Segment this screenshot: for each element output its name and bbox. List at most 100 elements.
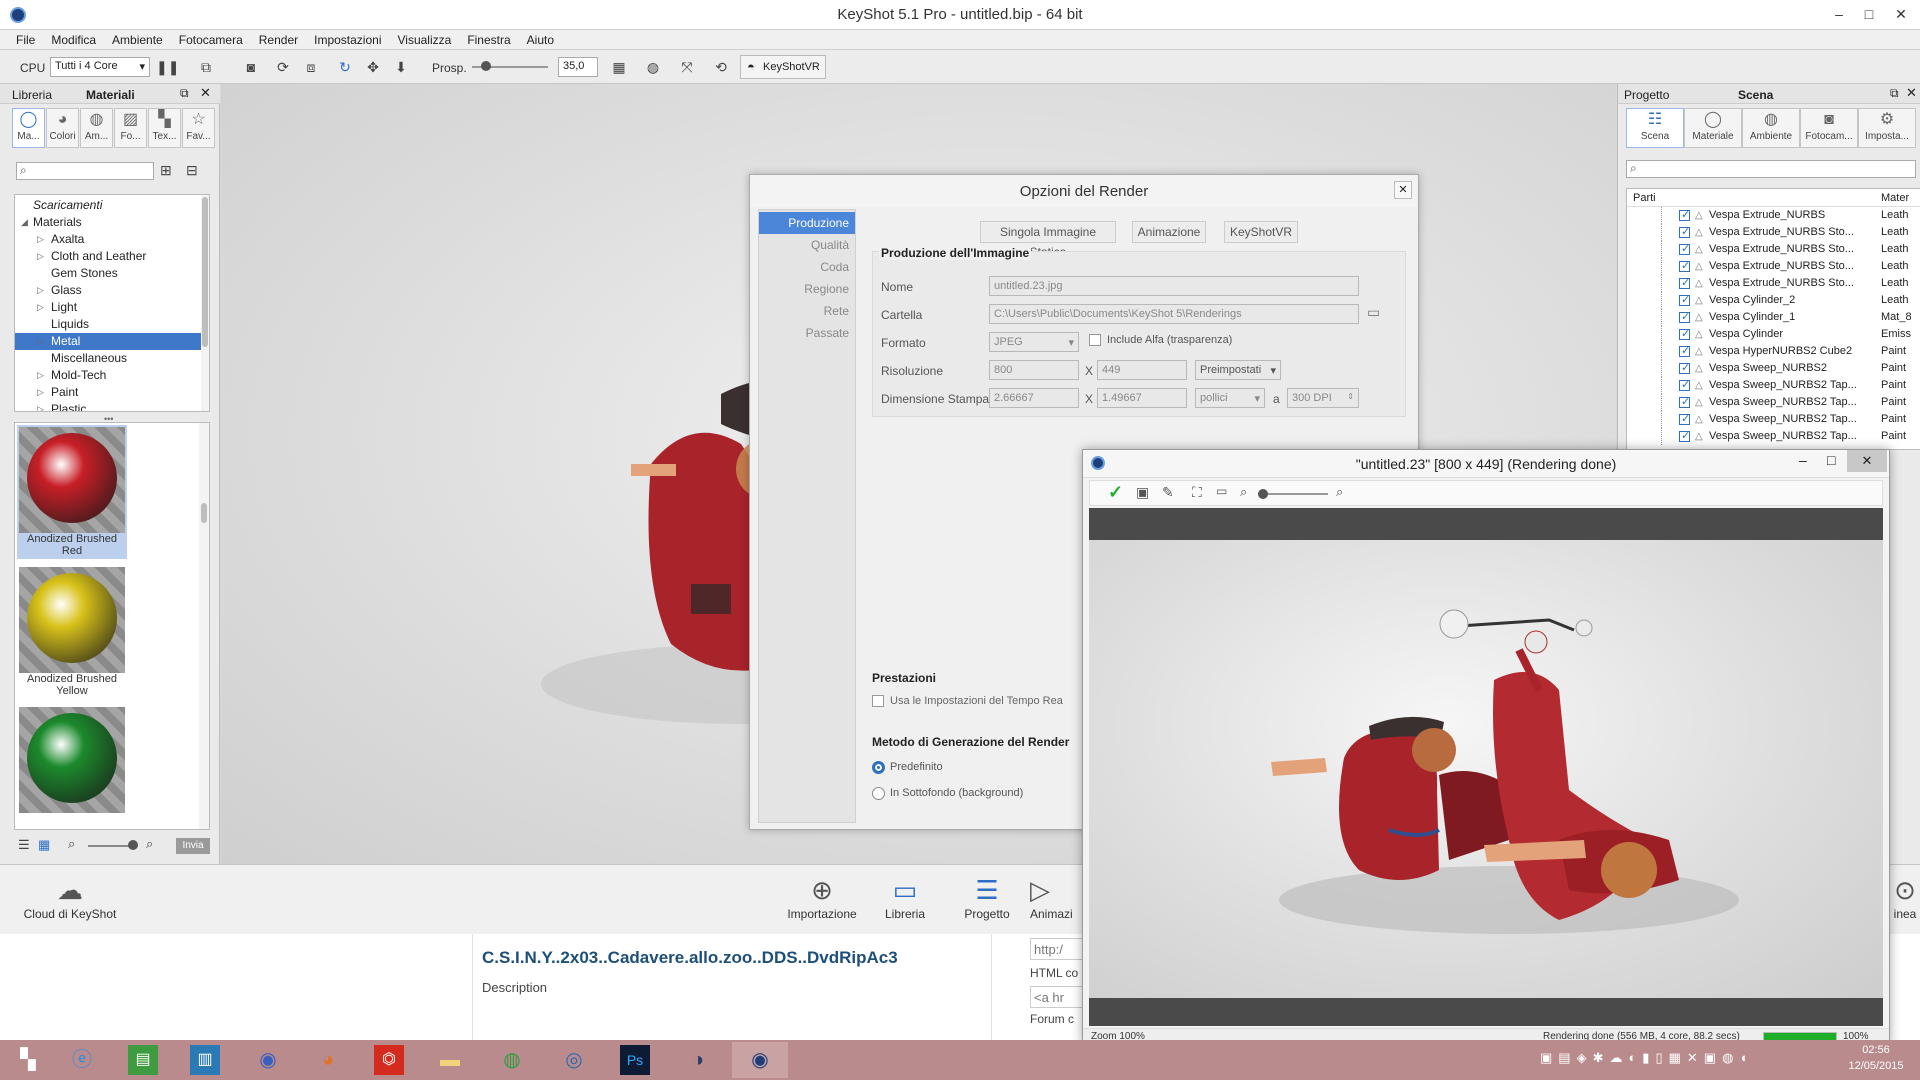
fit-window-icon[interactable]: ⛶	[1192, 484, 1202, 501]
material-thumbnail[interactable]: Anodized Brushed Yellow	[17, 565, 127, 699]
tab-materiali[interactable]: Materiali	[86, 88, 135, 102]
progetto-button[interactable]: ☰ Progetto	[952, 873, 1022, 921]
tree-item[interactable]: ▷ Mold-Tech	[15, 367, 209, 384]
tree-item[interactable]: Gem Stones	[15, 265, 209, 282]
system-tray[interactable]: ▣▤◈✱☁◐▮▯▦✕▣◍◖	[1540, 1050, 1830, 1070]
mode-singola-immagine-button[interactable]: Singola Immagine Statica	[980, 221, 1116, 259]
cartella-input[interactable]: C:\Users\Public\Documents\KeyShot 5\Rend…	[989, 304, 1359, 324]
folder-browse-icon[interactable]: ▭	[1367, 304, 1380, 321]
tree-item[interactable]: ▷ Cloth and Leather	[15, 248, 209, 265]
project-tab-ambiente[interactable]: ◍ Ambiente	[1742, 108, 1800, 148]
reset-icon[interactable]: ⟳	[272, 56, 294, 78]
part-visibility-checkbox[interactable]	[1679, 207, 1690, 224]
taskbar-cinema4d[interactable]: ◑	[670, 1042, 726, 1078]
realtime-settings-checkbox[interactable]	[872, 695, 884, 707]
thumb-size-handle[interactable]	[128, 840, 138, 850]
start-button[interactable]: ▚	[0, 1042, 56, 1078]
invia-button[interactable]: Invia	[176, 838, 210, 854]
tree-item[interactable]: Miscellaneous	[15, 350, 209, 367]
keyshotvr-button[interactable]: ◓ KeyShotVR	[740, 55, 826, 79]
scene-part-row[interactable]: △ Vespa Cylinder_2 Leath	[1627, 292, 1920, 309]
category-tab-favoriti[interactable]: ☆ Fav...	[182, 108, 215, 148]
tree-expand-icon[interactable]: ▷	[37, 231, 44, 248]
tree-expand-icon[interactable]: ▷	[37, 367, 44, 384]
checkmark-icon[interactable]: ✓	[1108, 482, 1123, 503]
preimpostati-select[interactable]: Preimpostati ▾	[1195, 360, 1281, 380]
part-visibility-checkbox[interactable]	[1679, 292, 1690, 309]
maximize-button[interactable]: □	[1856, 3, 1882, 25]
material-thumbnail[interactable]	[17, 705, 127, 815]
close-icon[interactable]: ✕	[200, 85, 211, 101]
part-visibility-checkbox[interactable]	[1679, 224, 1690, 241]
tree-expand-icon[interactable]: ▷	[37, 282, 44, 299]
predefinito-radio[interactable]	[872, 761, 885, 774]
material-thumbnail[interactable]: Anodized Brushed Red	[17, 425, 127, 559]
print-height-input[interactable]: 1.49667	[1097, 388, 1187, 408]
category-tab-materiali[interactable]: ◯ Ma...	[12, 108, 45, 148]
tree-item[interactable]: ▷ Glass	[15, 282, 209, 299]
scene-part-row[interactable]: △ Vespa HyperNURBS2 Cube2 Paint	[1627, 343, 1920, 360]
part-visibility-checkbox[interactable]	[1679, 241, 1690, 258]
part-visibility-checkbox[interactable]	[1679, 394, 1690, 411]
libreria-button[interactable]: ▭ Libreria	[870, 873, 940, 921]
taskbar-chrome[interactable]: ◍	[484, 1042, 540, 1078]
taskbar-acrobat[interactable]: ⏣	[374, 1045, 404, 1075]
part-visibility-checkbox[interactable]	[1679, 377, 1690, 394]
scene-part-row[interactable]: △ Vespa Sweep_NURBS2 Tap... Paint	[1627, 428, 1920, 445]
library-search-input[interactable]: ⌕	[16, 162, 154, 180]
taskbar-navigator[interactable]: ◉	[240, 1042, 296, 1078]
clock-date[interactable]: 12/05/2015	[1846, 1060, 1906, 1072]
screenshot-icon[interactable]: ◙	[240, 56, 262, 78]
tree-item[interactable]: Scaricamenti	[15, 197, 209, 214]
html-code-field[interactable]: <a hr	[1030, 986, 1084, 1008]
taskbar-ie[interactable]: ⓔ	[54, 1042, 110, 1078]
project-tab-scena[interactable]: ☷ Scena	[1626, 108, 1684, 148]
fov-slider-handle[interactable]	[481, 61, 491, 71]
clock-time[interactable]: 02:56	[1846, 1044, 1906, 1056]
part-visibility-checkbox[interactable]	[1679, 360, 1690, 377]
part-visibility-checkbox[interactable]	[1679, 309, 1690, 326]
column-parti[interactable]: Parti	[1633, 192, 1656, 204]
folder-add-icon[interactable]: ⊞	[160, 162, 172, 179]
include-alfa-checkbox[interactable]	[1089, 334, 1101, 346]
scene-part-row[interactable]: △ Vespa Extrude_NURBS Sto... Leath	[1627, 241, 1920, 258]
zoom-in-icon[interactable]: ⌕	[146, 836, 153, 852]
dpi-input[interactable]: 300 DPI ⇕	[1287, 388, 1359, 408]
turntable-icon[interactable]: ⟲	[710, 56, 732, 78]
scene-part-row[interactable]: △ Vespa Extrude_NURBS Sto... Leath	[1627, 224, 1920, 241]
close-icon[interactable]: ✕	[1906, 85, 1917, 101]
fov-input[interactable]: 35,0	[558, 57, 598, 77]
taskbar-store[interactable]: ▤	[128, 1045, 158, 1075]
linea-button[interactable]: ⊙ inea	[1890, 873, 1920, 921]
tree-item[interactable]: Liquids	[15, 316, 209, 333]
scene-part-row[interactable]: △ Vespa Sweep_NURBS2 Tap... Paint	[1627, 377, 1920, 394]
scene-part-row[interactable]: △ Vespa Sweep_NURBS2 Tap... Paint	[1627, 394, 1920, 411]
part-visibility-checkbox[interactable]	[1679, 343, 1690, 360]
scene-part-row[interactable]: △ Vespa Cylinder Emiss	[1627, 326, 1920, 343]
tree-item[interactable]: ▷ Light	[15, 299, 209, 316]
close-button[interactable]: ✕	[1888, 3, 1914, 25]
tree-expand-icon[interactable]: ▷	[37, 401, 44, 411]
minimize-button[interactable]: –	[1799, 452, 1807, 468]
importazione-button[interactable]: ⊕ Importazione	[782, 873, 862, 921]
print-width-input[interactable]: 2.66667	[989, 388, 1079, 408]
taskbar-thunderbird[interactable]: ◎	[546, 1042, 602, 1078]
tab-libreria[interactable]: Libreria	[12, 88, 52, 102]
part-visibility-checkbox[interactable]	[1679, 411, 1690, 428]
menu-file[interactable]: File	[8, 30, 43, 49]
category-tab-fondali[interactable]: ▨ Fo...	[114, 108, 147, 148]
render-options-sidebar-item[interactable]: Coda	[759, 256, 855, 278]
category-tab-colori[interactable]: ◕ Colori	[46, 108, 79, 148]
menu-finestra[interactable]: Finestra	[459, 30, 518, 49]
taskbar-photoshop[interactable]: Ps	[620, 1045, 650, 1075]
scene-part-row[interactable]: △ Vespa Sweep_NURBS2 Paint	[1627, 360, 1920, 377]
zoom-in-icon[interactable]: ⌕	[1336, 484, 1343, 500]
tree-item[interactable]: ▷ Metal	[15, 333, 209, 350]
menu-fotocamera[interactable]: Fotocamera	[171, 30, 251, 49]
sphere-icon[interactable]: ◍	[642, 56, 664, 78]
window-icon[interactable]: ⧉	[195, 56, 217, 78]
project-tab-materiale[interactable]: ◯ Materiale	[1684, 108, 1742, 148]
taskbar-explorer[interactable]: ▬	[422, 1042, 478, 1078]
formato-select[interactable]: JPEG ▾	[989, 332, 1079, 352]
zoom-slider-handle[interactable]	[1258, 489, 1268, 499]
